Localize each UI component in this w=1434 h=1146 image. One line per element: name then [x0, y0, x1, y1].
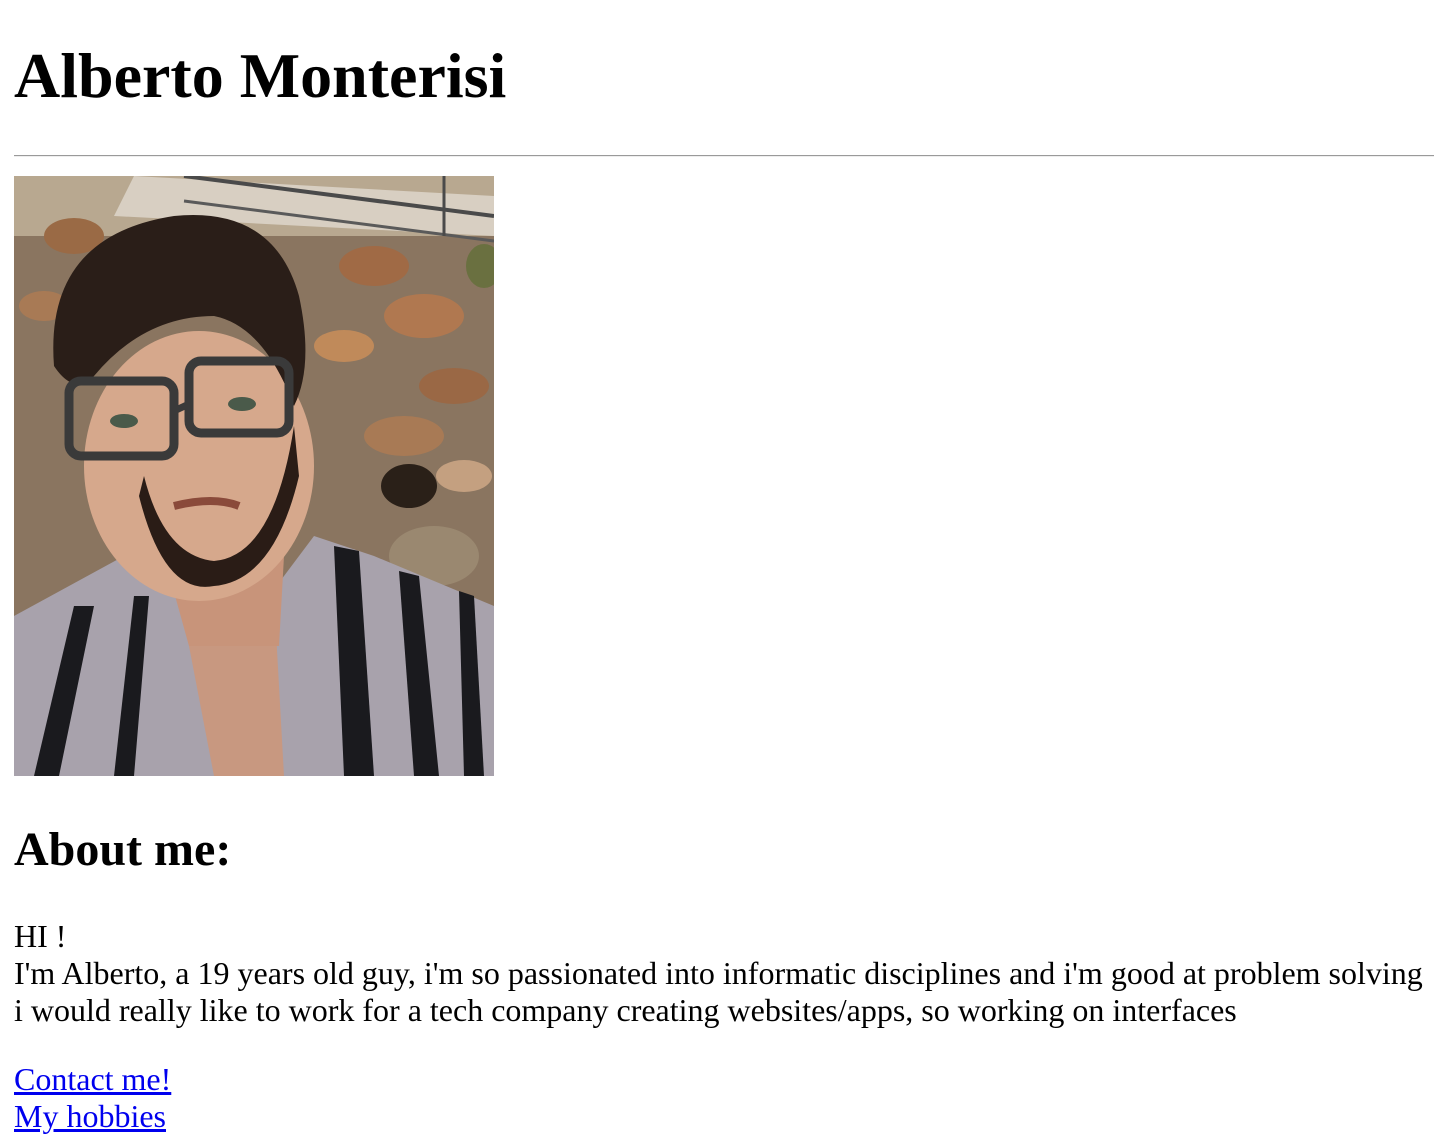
divider [14, 155, 1434, 157]
hobbies-link[interactable]: My hobbies [14, 1098, 166, 1135]
profile-photo [14, 176, 494, 776]
page-title: Alberto Monterisi [14, 40, 507, 111]
about-greeting: HI ! [14, 918, 67, 954]
about-line-1: I'm Alberto, a 19 years old guy, i'm so … [14, 955, 1423, 991]
about-line-2: i would really like to work for a tech c… [14, 992, 1237, 1028]
about-heading: About me: [14, 823, 232, 876]
contact-link[interactable]: Contact me! [14, 1061, 171, 1098]
about-text: HI ! I'm Alberto, a 19 years old guy, i'… [14, 918, 1423, 1029]
nav-links: Contact me! My hobbies [14, 1061, 171, 1135]
